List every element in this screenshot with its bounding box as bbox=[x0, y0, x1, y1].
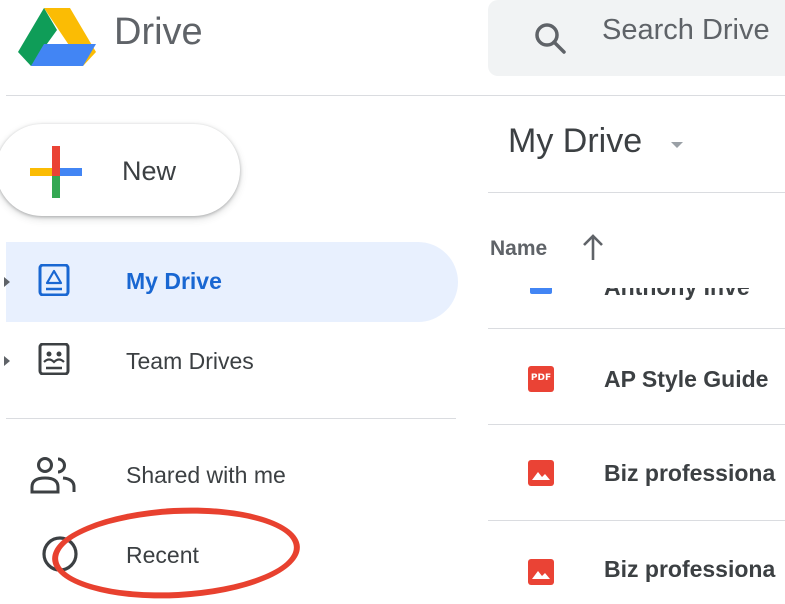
annotation-highlight-ellipse bbox=[49, 501, 303, 604]
sidebar-divider bbox=[6, 418, 456, 419]
app-name[interactable]: Drive bbox=[114, 10, 203, 54]
expand-caret-icon[interactable] bbox=[4, 277, 10, 287]
sidebar-item-team-drives[interactable]: Team Drives bbox=[126, 348, 254, 375]
doc-file-icon bbox=[530, 288, 552, 294]
search-input[interactable]: Search Drive bbox=[602, 10, 770, 50]
pdf-badge-label: PDF bbox=[530, 373, 552, 383]
plus-icon bbox=[30, 146, 82, 198]
expand-caret-icon[interactable] bbox=[4, 356, 10, 366]
row-divider bbox=[488, 520, 785, 521]
image-file-icon bbox=[528, 559, 554, 585]
new-button-label: New bbox=[122, 156, 177, 186]
column-header-name[interactable]: Name bbox=[490, 237, 547, 261]
header-divider bbox=[6, 95, 785, 96]
file-name[interactable]: Biz professiona bbox=[604, 556, 775, 583]
shared-with-me-icon bbox=[30, 456, 76, 494]
chevron-down-icon[interactable] bbox=[671, 142, 683, 148]
table-row[interactable]: Anthony Inve bbox=[488, 288, 785, 300]
file-name: Anthony Inve bbox=[604, 288, 750, 300]
main-divider bbox=[488, 192, 785, 193]
team-drives-icon bbox=[38, 342, 70, 376]
row-divider bbox=[488, 424, 785, 425]
image-file-icon bbox=[528, 460, 554, 486]
sidebar-item-label: My Drive bbox=[126, 268, 222, 294]
file-name[interactable]: AP Style Guide bbox=[604, 366, 768, 393]
search-icon[interactable] bbox=[532, 20, 568, 56]
sidebar-item-shared-with-me[interactable]: Shared with me bbox=[126, 462, 286, 489]
sort-arrow-up-icon[interactable] bbox=[580, 232, 606, 262]
drive-logo-icon[interactable] bbox=[18, 8, 96, 66]
row-divider bbox=[488, 328, 785, 329]
pdf-file-icon: PDF bbox=[528, 366, 554, 392]
sidebar-item-my-drive[interactable] bbox=[6, 242, 458, 322]
page-title[interactable]: My Drive bbox=[508, 122, 642, 161]
file-name[interactable]: Biz professiona bbox=[604, 460, 775, 487]
my-drive-icon bbox=[38, 263, 70, 297]
